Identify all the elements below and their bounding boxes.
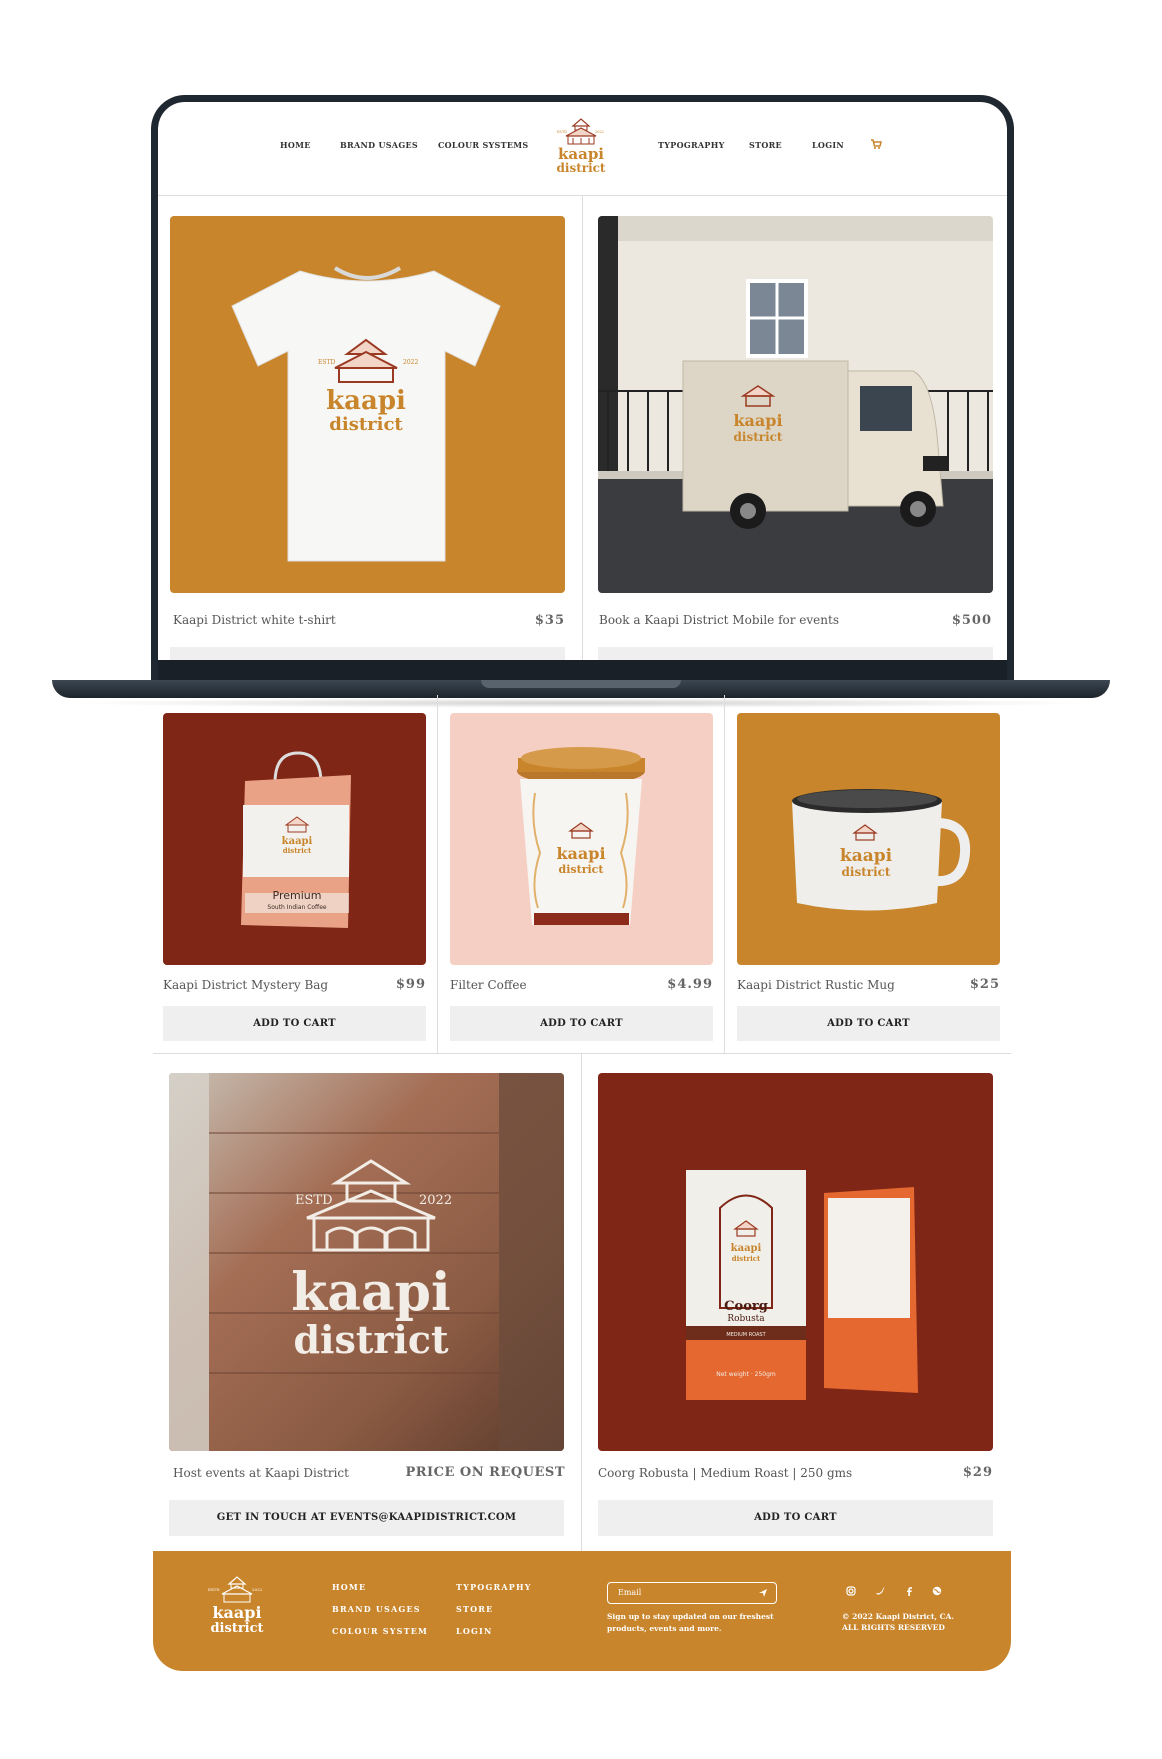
svg-text:2022: 2022 xyxy=(595,130,604,134)
laptop-shadow xyxy=(60,698,1100,708)
nav-colour-systems[interactable]: COLOUR SYSTEMS xyxy=(438,140,529,150)
svg-text:2022: 2022 xyxy=(252,1587,263,1592)
divider xyxy=(437,695,438,1053)
send-icon[interactable] xyxy=(758,1588,768,1598)
nav-brand-usages[interactable]: BRAND USAGES xyxy=(340,140,418,150)
svg-text:kaapi: kaapi xyxy=(840,846,893,866)
footer-link-colour-system[interactable]: COLOUR SYSTEM xyxy=(332,1626,428,1636)
svg-text:kaapi: kaapi xyxy=(326,386,406,416)
product-name: Kaapi District white t-shirt xyxy=(173,613,336,627)
rustic-mug-image[interactable]: kaapi district xyxy=(737,713,1000,965)
site-footer: ESTD 2022 kaapi district HOME BRAND USAG… xyxy=(153,1551,1011,1671)
twitter-icon[interactable] xyxy=(875,1586,885,1596)
footer-link-store[interactable]: STORE xyxy=(456,1604,493,1614)
svg-text:ESTD: ESTD xyxy=(208,1587,220,1592)
nav-home[interactable]: HOME xyxy=(280,140,311,150)
coorg-robusta-image[interactable]: kaapi district Coorg Robusta MEDIUM ROAS… xyxy=(598,1073,993,1451)
svg-text:Robusta: Robusta xyxy=(727,1314,765,1324)
product-price: $25 xyxy=(969,977,1000,992)
top-navigation: HOME BRAND USAGES COLOUR SYSTEMS ESTD 20… xyxy=(158,102,1007,196)
globe-icon[interactable] xyxy=(932,1586,942,1596)
cart-icon[interactable] xyxy=(870,138,882,150)
svg-text:Premium: Premium xyxy=(273,889,322,902)
mystery-bag-image[interactable]: kaapi district Premium South Indian Coff… xyxy=(163,713,426,965)
truck-image[interactable]: kaapi district xyxy=(598,216,993,593)
product-name: Filter Coffee xyxy=(450,978,527,992)
add-to-cart-button[interactable] xyxy=(598,647,993,660)
add-to-cart-button[interactable]: ADD TO CART xyxy=(163,1006,426,1041)
svg-text:district: district xyxy=(210,1621,263,1636)
tshirt-image[interactable]: ESTD 2022 kaapi district xyxy=(170,216,565,593)
events-window-image[interactable]: ESTD 2022 kaapi district xyxy=(169,1073,564,1451)
nav-login[interactable]: LOGIN xyxy=(812,140,844,150)
svg-text:kaapi: kaapi xyxy=(291,1262,451,1323)
divider xyxy=(581,1053,582,1551)
svg-text:kaapi: kaapi xyxy=(733,411,782,430)
product-name: Coorg Robusta | Medium Roast | 250 gms xyxy=(598,1466,853,1480)
svg-text:district: district xyxy=(329,414,403,435)
product-price: $500 xyxy=(951,613,992,628)
svg-text:South Indian Coffee: South Indian Coffee xyxy=(267,904,326,911)
email-placeholder: Email xyxy=(618,1588,642,1597)
nav-store[interactable]: STORE xyxy=(749,140,782,150)
svg-text:district: district xyxy=(732,1254,761,1263)
product-name: Kaapi District Rustic Mug xyxy=(737,978,895,992)
svg-text:district: district xyxy=(734,430,783,444)
add-to-cart-button[interactable] xyxy=(170,647,565,660)
newsletter-line: products, events and more. xyxy=(607,1624,722,1633)
product-price: $4.99 xyxy=(667,977,713,992)
product-price: $29 xyxy=(962,1465,993,1480)
svg-text:kaapi: kaapi xyxy=(556,844,605,863)
brand-logo[interactable]: ESTD 2022 kaapi district xyxy=(551,116,611,182)
svg-text:district: district xyxy=(293,1317,449,1362)
add-to-cart-button[interactable]: ADD TO CART xyxy=(450,1006,713,1041)
footer-link-typography[interactable]: TYPOGRAPHY xyxy=(456,1582,532,1592)
filter-coffee-image[interactable]: kaapi district xyxy=(450,713,713,965)
divider xyxy=(582,196,583,660)
laptop-screen: HOME BRAND USAGES COLOUR SYSTEMS ESTD 20… xyxy=(158,102,1007,660)
svg-text:district: district xyxy=(557,161,606,175)
add-to-cart-button[interactable]: ADD TO CART xyxy=(598,1500,993,1536)
product-price: PRICE ON REQUEST xyxy=(405,1465,565,1480)
product-price: $99 xyxy=(395,977,426,992)
divider xyxy=(153,1053,1011,1054)
copyright-line: ALL RIGHTS RESERVED xyxy=(842,1623,945,1632)
divider xyxy=(724,695,725,1053)
footer-link-brand-usages[interactable]: BRAND USAGES xyxy=(332,1604,421,1614)
newsletter-email-field[interactable]: Email xyxy=(607,1582,777,1604)
instagram-icon[interactable] xyxy=(846,1586,856,1596)
svg-text:district: district xyxy=(559,863,605,876)
footer-link-login[interactable]: LOGIN xyxy=(456,1626,492,1636)
svg-text:district: district xyxy=(842,865,891,879)
svg-text:MEDIUM ROAST: MEDIUM ROAST xyxy=(726,1332,766,1338)
footer-link-home[interactable]: HOME xyxy=(332,1582,366,1592)
svg-text:ESTD: ESTD xyxy=(557,130,567,134)
newsletter-text: Sign up to stay updated on our freshest … xyxy=(607,1611,774,1635)
svg-text:kaapi: kaapi xyxy=(731,1243,762,1254)
svg-text:ESTD: ESTD xyxy=(295,1193,333,1208)
product-name: Kaapi District Mystery Bag xyxy=(163,978,329,992)
add-to-cart-button[interactable]: ADD TO CART xyxy=(737,1006,1000,1041)
svg-text:Coorg: Coorg xyxy=(724,1299,768,1314)
product-price: $35 xyxy=(534,613,565,628)
svg-text:kaapi: kaapi xyxy=(212,1603,261,1622)
svg-text:2022: 2022 xyxy=(419,1193,452,1208)
newsletter-line: Sign up to stay updated on our freshest xyxy=(607,1612,774,1621)
svg-text:2022: 2022 xyxy=(403,359,418,366)
get-in-touch-button[interactable]: GET IN TOUCH AT EVENTS@KAAPIDISTRICT.COM xyxy=(169,1500,564,1536)
svg-text:ESTD: ESTD xyxy=(318,359,335,366)
laptop-bezel-bottom xyxy=(158,660,1007,682)
svg-text:district: district xyxy=(283,846,312,855)
nav-typography[interactable]: TYPOGRAPHY xyxy=(658,140,725,150)
facebook-icon[interactable] xyxy=(904,1586,914,1596)
copyright-line: © 2022 Kaapi District, CA. xyxy=(842,1612,955,1621)
footer-logo[interactable]: ESTD 2022 kaapi district xyxy=(208,1575,266,1643)
product-name: Book a Kaapi District Mobile for events xyxy=(599,613,839,627)
laptop-hinge xyxy=(481,680,681,688)
copyright: © 2022 Kaapi District, CA. ALL RIGHTS RE… xyxy=(842,1611,954,1633)
product-name: Host events at Kaapi District xyxy=(173,1466,349,1480)
svg-text:Net weight · 250gm: Net weight · 250gm xyxy=(716,1371,776,1378)
